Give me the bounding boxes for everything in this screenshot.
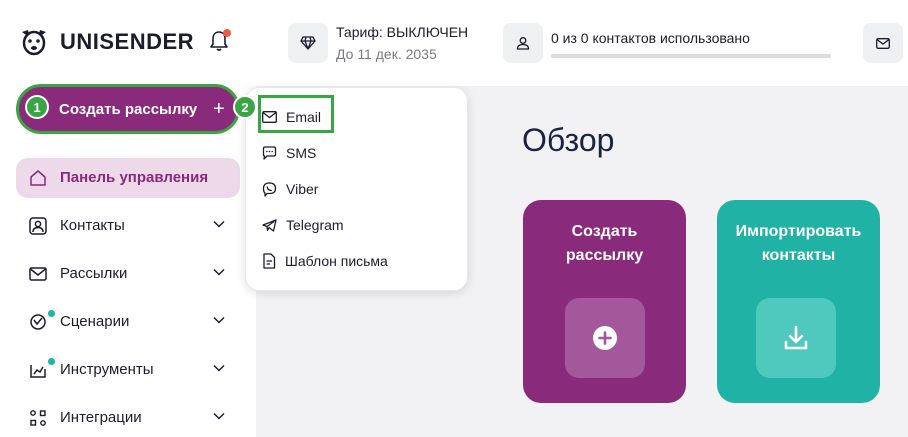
diamond-icon <box>300 36 316 50</box>
logo[interactable]: UNISENDER <box>16 24 194 60</box>
messages-button[interactable] <box>863 23 903 63</box>
envelope-icon <box>876 37 890 49</box>
plus-icon: + <box>213 98 225 120</box>
import-contacts-card[interactable]: Импортировать контакты <box>717 200 880 403</box>
plus-circle-icon <box>592 325 618 351</box>
tariff-title: Тариф: ВЫКЛЮЧЕН <box>336 24 469 40</box>
sidebar-item-contacts[interactable]: Контакты <box>16 206 240 246</box>
dropdown-item-telegram[interactable]: Telegram <box>262 213 344 237</box>
sidebar-item-label: Интеграции <box>60 409 142 426</box>
step-badge-2: 2 <box>233 95 257 119</box>
chat-icon <box>262 146 277 160</box>
mail-icon <box>28 264 48 284</box>
sidebar-item-label: Панель управления <box>60 169 209 186</box>
contacts-icon <box>28 216 48 236</box>
card-title: Создать рассылку <box>523 220 686 268</box>
telegram-icon <box>262 218 277 232</box>
chevron-down-icon <box>213 412 225 420</box>
scenarios-icon <box>28 312 48 332</box>
dropdown-item-label: Viber <box>286 181 319 197</box>
sidebar-item-label: Контакты <box>60 217 125 234</box>
new-indicator-dot <box>48 358 55 365</box>
sidebar-item-campaigns[interactable]: Рассылки <box>16 254 240 294</box>
home-icon <box>28 168 48 188</box>
sidebar-item-tools[interactable]: Инструменты <box>16 350 240 390</box>
create-campaign-label: Создать рассылку <box>59 101 198 118</box>
tariff-subtitle: До 11 дек. 2035 <box>336 46 437 62</box>
card-title: Импортировать контакты <box>717 220 880 268</box>
create-campaign-card[interactable]: Создать рассылку <box>523 200 686 403</box>
page-title: Обзор <box>522 122 615 158</box>
brand-name: UNISENDER <box>60 29 195 54</box>
tariff-button[interactable] <box>288 23 328 63</box>
step-badge-1: 1 <box>25 95 49 119</box>
dropdown-item-sms[interactable]: SMS <box>262 141 316 165</box>
contacts-usage-text: 0 из 0 контактов использовано <box>551 30 750 46</box>
chevron-down-icon <box>213 220 225 228</box>
notification-dot <box>223 29 231 37</box>
sidebar-item-dashboard[interactable]: Панель управления <box>16 158 240 198</box>
sidebar-item-integrations[interactable]: Интеграции <box>16 398 240 437</box>
chevron-down-icon <box>213 364 225 372</box>
import-contacts-card-button[interactable] <box>756 298 836 378</box>
top-header: UNISENDER Тариф: ВЫКЛЮЧЕН До 11 дек. 203… <box>0 0 908 86</box>
create-campaign-card-button[interactable] <box>565 298 645 378</box>
email-highlight-frame <box>258 95 334 133</box>
download-icon <box>782 324 810 352</box>
user-icon <box>516 36 530 50</box>
template-icon <box>262 253 276 269</box>
chevron-down-icon <box>213 268 225 276</box>
card-title-line: Импортировать <box>735 223 862 240</box>
sidebar-item-scenarios[interactable]: Сценарии <box>16 302 240 342</box>
chevron-down-icon <box>213 316 225 324</box>
dog-logo-icon <box>16 24 52 60</box>
integrations-icon <box>28 408 48 428</box>
card-title-line: контакты <box>761 247 836 264</box>
card-title-line: рассылку <box>565 247 644 264</box>
dropdown-item-viber[interactable]: Viber <box>262 177 318 201</box>
contacts-usage-button[interactable] <box>503 23 543 63</box>
dropdown-item-label: Telegram <box>286 217 344 233</box>
sidebar-item-label: Инструменты <box>60 361 154 378</box>
dropdown-item-label: Шаблон письма <box>285 253 388 269</box>
tools-icon <box>28 360 48 380</box>
dropdown-item-template[interactable]: Шаблон письма <box>262 249 388 273</box>
sidebar-item-label: Сценарии <box>60 313 130 330</box>
create-campaign-button[interactable]: Создать рассылку + <box>16 84 240 134</box>
sidebar-item-label: Рассылки <box>60 265 128 282</box>
card-title-line: Создать <box>571 223 638 240</box>
dropdown-item-label: SMS <box>286 145 317 161</box>
contacts-usage-progress <box>551 54 831 58</box>
new-indicator-dot <box>48 310 55 317</box>
viber-icon <box>262 181 277 197</box>
